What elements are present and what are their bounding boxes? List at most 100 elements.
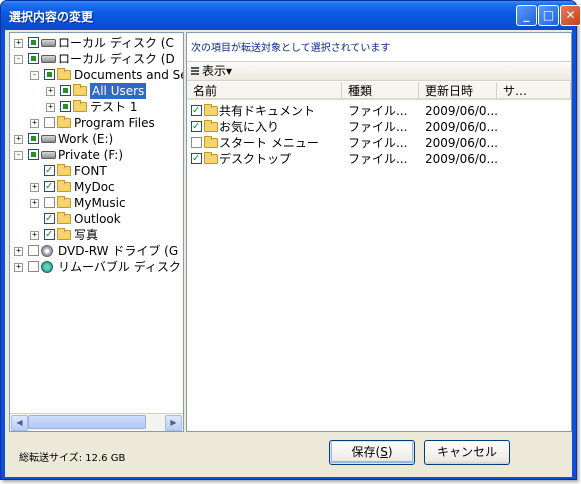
list-cell-name: スタート メニュー [219, 136, 319, 150]
tree-item[interactable]: Outlook [10, 211, 183, 227]
expand-icon[interactable]: + [14, 135, 23, 144]
list-item-checkbox[interactable] [191, 151, 202, 167]
file-list-pane: 次の項目が転送対象として選択されています 表示▾ 名前 種類 更新日時 サ… 共… [186, 32, 572, 432]
save-button[interactable]: 保存(S) [329, 440, 415, 465]
tree-item-checkbox[interactable] [60, 101, 71, 112]
tree-item-label: リムーバブル ディスク [58, 260, 181, 274]
tree-item-checkbox[interactable] [60, 85, 71, 96]
expand-icon[interactable]: + [30, 183, 39, 192]
view-list-icon [191, 67, 199, 76]
column-header-size[interactable]: サ… [497, 82, 571, 100]
view-menu-button[interactable]: 表示▾ [191, 63, 232, 79]
tree-item-label: Program Files [74, 116, 155, 130]
tree-item-label: MyDoc [74, 180, 115, 194]
tree-item[interactable]: + MyDoc [10, 179, 183, 195]
list-cell-name: お気に入り [219, 120, 280, 134]
tree-item-checkbox[interactable] [44, 211, 55, 227]
folder-tree[interactable]: + ローカル ディスク (C - ローカル ディスク (D - Documents and… [9, 32, 184, 432]
tree-item[interactable]: + MyMusic [10, 195, 183, 211]
tree-item[interactable]: + テスト 1 [10, 99, 183, 115]
maximize-button[interactable]: □ [538, 5, 559, 26]
folder-icon [57, 196, 71, 208]
drive-icon [41, 135, 56, 143]
scroll-left-icon[interactable]: ◀ [11, 415, 28, 431]
tree-item[interactable]: + 写真 [10, 227, 183, 243]
minimize-button[interactable]: _ [516, 5, 537, 26]
tree-item[interactable]: + Work (E:) [10, 131, 183, 147]
tree-item-label: 写真 [74, 228, 99, 242]
selection-info-text: 次の項目が転送対象として選択されています [191, 43, 391, 54]
tree-item[interactable]: - ローカル ディスク (D [10, 51, 183, 67]
scroll-right-icon[interactable]: ▶ [165, 415, 182, 431]
list-item-checkbox[interactable] [191, 103, 202, 119]
column-header-type[interactable]: 種類 [342, 82, 419, 100]
list-cell-date: 2009/06/0... [425, 104, 498, 118]
drive-icon [41, 55, 56, 63]
tree-item[interactable]: FONT [10, 163, 183, 179]
expand-icon[interactable]: + [30, 231, 39, 240]
drive-icon [41, 151, 56, 159]
tree-item-checkbox[interactable] [44, 227, 55, 243]
collapse-icon[interactable]: - [14, 55, 23, 64]
dialog-client: + ローカル ディスク (C - ローカル ディスク (D - Documents and… [5, 30, 572, 477]
tree-item-checkbox[interactable] [28, 245, 39, 256]
expand-icon[interactable]: + [14, 247, 23, 256]
list-item-checkbox[interactable] [191, 119, 202, 135]
removable-disk-icon [41, 261, 53, 273]
folder-icon [204, 136, 218, 148]
tree-item-label: FONT [74, 164, 107, 178]
list-cell-date: 2009/06/0... [425, 120, 498, 134]
tree-horizontal-scrollbar[interactable]: ◀ ▶ [10, 413, 183, 431]
tree-item-label: Private (F:) [58, 148, 124, 162]
list-item[interactable]: 共有ドキュメント ファイル... 2009/06/0... [187, 103, 571, 119]
tree-item-checkbox[interactable] [28, 149, 39, 160]
list-cell-type: ファイル... [348, 152, 408, 166]
scroll-thumb[interactable] [28, 415, 146, 429]
expand-icon[interactable]: + [46, 103, 55, 112]
list-item[interactable]: スタート メニュー ファイル... 2009/06/0... [187, 135, 571, 151]
tree-item-label: Outlook [74, 212, 121, 226]
expand-icon[interactable]: + [30, 119, 39, 128]
list-item-checkbox[interactable] [191, 137, 202, 148]
folder-icon [57, 228, 71, 240]
tree-item[interactable]: + ローカル ディスク (C [10, 35, 183, 51]
tree-item[interactable]: + リムーバブル ディスク [10, 259, 183, 275]
folder-icon [57, 180, 71, 192]
tree-item-checkbox[interactable] [28, 53, 39, 64]
tree-item-checkbox[interactable] [28, 261, 39, 272]
drive-icon [41, 39, 56, 47]
tree-item[interactable]: - Private (F:) [10, 147, 183, 163]
column-header-date[interactable]: 更新日時 [419, 82, 497, 100]
collapse-icon[interactable]: - [14, 151, 23, 160]
collapse-icon[interactable]: - [30, 71, 39, 80]
tree-item-checkbox[interactable] [44, 179, 55, 195]
expand-icon[interactable]: + [14, 263, 23, 272]
folder-icon [57, 116, 71, 128]
dialog-footer: 総転送サイズ: 12.6 GB 保存(S) キャンセル [5, 432, 572, 477]
tree-item[interactable]: + Program Files [10, 115, 183, 131]
title-bar[interactable]: 選択内容の変更 _ □ ✕ [1, 1, 581, 30]
tree-item[interactable]: - Documents and Set [10, 67, 183, 83]
expand-icon[interactable]: + [14, 39, 23, 48]
folder-icon [57, 164, 71, 176]
close-button[interactable]: ✕ [560, 5, 581, 26]
column-header-name[interactable]: 名前 [187, 82, 342, 100]
tree-item-label: テスト 1 [90, 100, 138, 114]
list-cell-name: 共有ドキュメント [219, 104, 316, 118]
tree-item-checkbox[interactable] [44, 163, 55, 179]
cancel-button[interactable]: キャンセル [424, 440, 510, 465]
expand-icon[interactable]: + [46, 87, 55, 96]
tree-item-checkbox[interactable] [44, 69, 55, 80]
tree-item-label: ローカル ディスク (C [58, 36, 174, 50]
tree-item[interactable]: + All Users [10, 83, 183, 99]
expand-icon[interactable]: + [30, 199, 39, 208]
tree-item-checkbox[interactable] [28, 133, 39, 144]
view-button-label: 表示▾ [202, 64, 233, 78]
tree-item-checkbox[interactable] [44, 197, 55, 208]
list-item[interactable]: お気に入り ファイル... 2009/06/0... [187, 119, 571, 135]
folder-icon [204, 152, 218, 164]
list-item[interactable]: デスクトップ ファイル... 2009/06/0... [187, 151, 571, 167]
tree-item-checkbox[interactable] [44, 117, 55, 128]
tree-item-checkbox[interactable] [28, 37, 39, 48]
tree-item[interactable]: + DVD-RW ドライブ (G [10, 243, 183, 259]
